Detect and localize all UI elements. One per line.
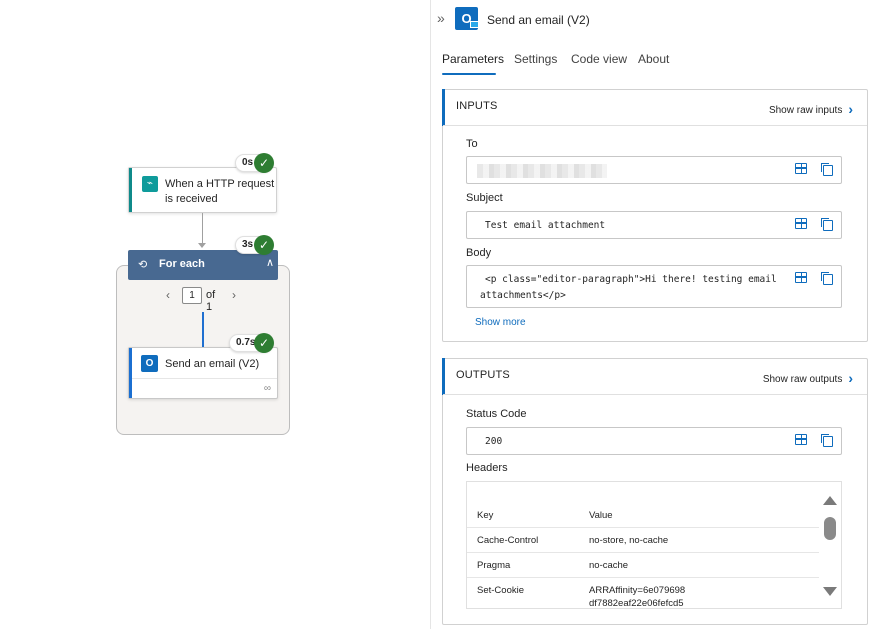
copy-icon[interactable] bbox=[821, 272, 833, 285]
chevron-right-icon[interactable]: › bbox=[232, 288, 236, 302]
copy-icon[interactable] bbox=[821, 163, 833, 176]
tab-parameters[interactable]: Parameters bbox=[442, 52, 504, 66]
subject-label: Subject bbox=[466, 192, 503, 204]
headers-table[interactable]: Key Value Cache-Control no-store, no-cac… bbox=[466, 481, 842, 609]
panel-title: Send an email (V2) bbox=[487, 13, 590, 27]
selected-connector-line bbox=[202, 312, 204, 348]
field-tools bbox=[795, 272, 835, 286]
page-number-input[interactable]: 1 bbox=[182, 287, 202, 304]
card-divider bbox=[132, 378, 277, 379]
show-raw-inputs-link[interactable]: Show raw inputs › bbox=[768, 100, 853, 117]
table-row: Cache-Control no-store, no-cache bbox=[467, 527, 819, 552]
foreach-header[interactable]: ⟲ For each ∧ bbox=[128, 250, 278, 280]
double-chevron-right-icon[interactable]: » bbox=[437, 10, 445, 26]
subject-field[interactable]: Test email attachment bbox=[466, 211, 842, 239]
scroll-up-icon[interactable] bbox=[823, 496, 837, 505]
app-root: ⌁ When a HTTP request is received 0s ✓ ⟲… bbox=[0, 0, 871, 629]
table-view-icon[interactable] bbox=[795, 218, 807, 229]
tab-about[interactable]: About bbox=[638, 52, 669, 66]
chevron-up-icon[interactable]: ∧ bbox=[266, 256, 274, 269]
inputs-header[interactable]: INPUTS Show raw inputs › bbox=[443, 90, 867, 126]
loop-icon: ⟲ bbox=[138, 259, 148, 271]
outlook-icon: O bbox=[455, 7, 479, 30]
action-title: Send an email (V2) bbox=[165, 358, 260, 370]
link-icon: ∞ bbox=[263, 383, 271, 394]
table-header-row: Key Value bbox=[467, 502, 819, 527]
success-check-icon: ✓ bbox=[254, 333, 274, 353]
outputs-title: OUTPUTS bbox=[456, 369, 510, 381]
show-raw-outputs-link[interactable]: Show raw outputs › bbox=[762, 369, 853, 386]
header-value-continued: df7882eaf22e06fefcd5 bbox=[589, 598, 684, 609]
show-more-link[interactable]: Show more bbox=[475, 317, 526, 328]
header-value: ARRAffinity=6e079698 bbox=[589, 585, 686, 596]
table-row: Pragma no-cache bbox=[467, 552, 819, 577]
scrollbar-thumb[interactable] bbox=[824, 517, 836, 540]
subject-value: Test email attachment bbox=[485, 220, 606, 231]
action-duration-badge: 0.7s ✓ bbox=[229, 333, 274, 353]
body-label: Body bbox=[466, 247, 492, 259]
header-key: Pragma bbox=[477, 560, 511, 571]
table-row: Set-Cookie ARRAffinity=6e079698 df7882ea… bbox=[467, 577, 819, 609]
table-view-icon[interactable] bbox=[795, 434, 807, 445]
connector-line bbox=[202, 213, 203, 243]
header-key: Cache-Control bbox=[477, 535, 539, 546]
copy-icon[interactable] bbox=[821, 218, 833, 231]
header-value: no-cache bbox=[589, 560, 629, 571]
status-code-label: Status Code bbox=[466, 408, 527, 420]
tab-settings[interactable]: Settings bbox=[514, 52, 557, 66]
show-raw-outputs-label: Show raw outputs bbox=[762, 374, 843, 385]
success-check-icon: ✓ bbox=[254, 153, 274, 173]
outputs-header[interactable]: OUTPUTS Show raw outputs › bbox=[443, 359, 867, 395]
field-tools bbox=[795, 218, 835, 232]
headers-label: Headers bbox=[466, 462, 508, 474]
action-accent-bar bbox=[129, 348, 132, 398]
connector-arrow-icon bbox=[198, 243, 206, 248]
chevron-right-icon: › bbox=[848, 370, 853, 386]
details-panel: » O Send an email (V2) Parameters Settin… bbox=[431, 0, 871, 629]
foreach-title: For each bbox=[159, 258, 205, 270]
page-total: of 1 bbox=[206, 289, 216, 313]
body-field[interactable]: <p class="editor-paragraph">Hi there! te… bbox=[466, 265, 842, 308]
designer-canvas[interactable]: ⌁ When a HTTP request is received 0s ✓ ⟲… bbox=[0, 0, 430, 629]
field-tools bbox=[795, 434, 835, 448]
status-code-field[interactable]: 200 bbox=[466, 427, 842, 455]
inputs-section: INPUTS Show raw inputs › To Subject Test … bbox=[442, 89, 868, 342]
outlook-icon: O bbox=[141, 355, 158, 372]
foreach-duration: 3s bbox=[242, 239, 254, 250]
scroll-down-icon[interactable] bbox=[823, 587, 837, 596]
action-duration: 0.7s bbox=[236, 337, 256, 348]
active-tab-indicator bbox=[442, 73, 496, 75]
to-label: To bbox=[466, 138, 478, 150]
copy-icon[interactable] bbox=[821, 434, 833, 447]
show-raw-inputs-label: Show raw inputs bbox=[768, 105, 843, 116]
chevron-left-icon[interactable]: ‹ bbox=[166, 288, 170, 302]
outputs-section: OUTPUTS Show raw outputs › Status Code 20… bbox=[442, 358, 868, 625]
trigger-accent-bar bbox=[129, 168, 132, 212]
header-key: Set-Cookie bbox=[477, 585, 524, 596]
foreach-duration-badge: 3s ✓ bbox=[235, 235, 274, 255]
http-request-icon: ⌁ bbox=[142, 176, 158, 192]
trigger-duration-badge: 0s ✓ bbox=[235, 153, 274, 173]
to-field[interactable] bbox=[466, 156, 842, 184]
tab-code-view[interactable]: Code view bbox=[571, 52, 627, 66]
chevron-right-icon: › bbox=[848, 101, 853, 117]
table-view-icon[interactable] bbox=[795, 163, 807, 174]
table-view-icon[interactable] bbox=[795, 272, 807, 283]
trigger-title: When a HTTP request is received bbox=[165, 178, 275, 205]
status-code-value: 200 bbox=[485, 436, 503, 447]
column-header-value: Value bbox=[589, 510, 613, 521]
field-tools bbox=[795, 163, 835, 177]
success-check-icon: ✓ bbox=[254, 235, 274, 255]
trigger-duration: 0s bbox=[242, 157, 254, 168]
body-value-line2: attachments</p> bbox=[480, 290, 566, 301]
header-value: no-store, no-cache bbox=[589, 535, 669, 546]
body-value-line1: <p class="editor-paragraph">Hi there! te… bbox=[485, 274, 777, 285]
inputs-title: INPUTS bbox=[456, 100, 498, 112]
trigger-card[interactable]: ⌁ When a HTTP request is received bbox=[128, 167, 277, 213]
redacted-email-value bbox=[477, 164, 607, 178]
send-email-card[interactable]: O Send an email (V2) ∞ bbox=[128, 347, 278, 399]
column-header-key: Key bbox=[477, 510, 494, 521]
